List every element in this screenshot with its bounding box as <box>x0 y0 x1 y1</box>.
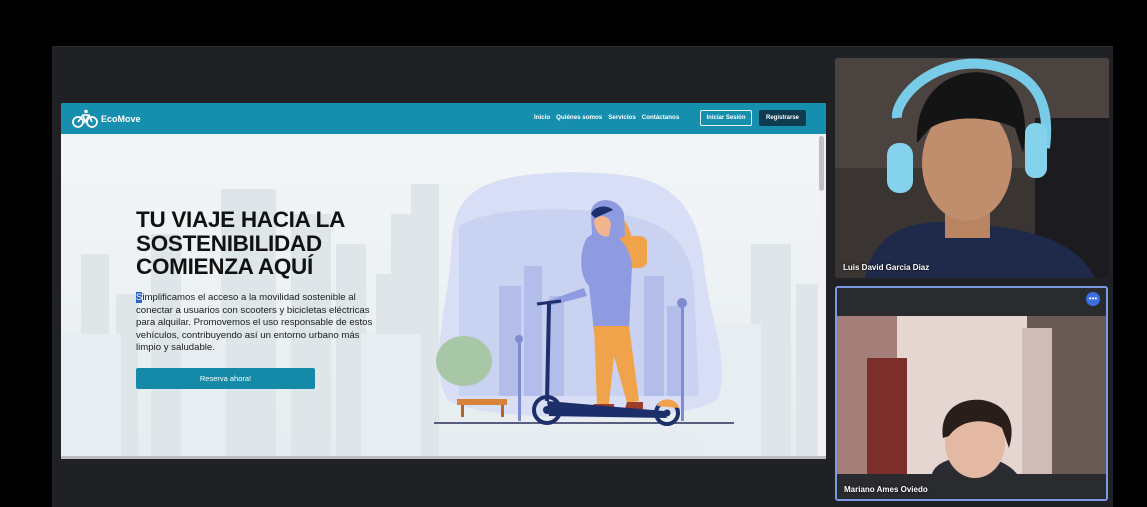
participant-video-frame <box>835 58 1109 278</box>
hero-title-line-3: COMIENZA AQUÍ <box>136 254 313 279</box>
nav-links: Inicio Quiénes somos Servicios Contáctan… <box>534 114 679 121</box>
bicycle-logo-icon <box>72 109 98 128</box>
brand-name: EcoMove <box>101 114 141 124</box>
participant-name-1: Luis David Garcia Diaz <box>843 263 930 272</box>
hero-title-line-2: SOSTENIBILIDAD <box>136 230 322 256</box>
participant-video-frame <box>837 288 1106 499</box>
scooter-rider-illustration <box>434 172 734 426</box>
register-button[interactable]: Registrarse <box>759 110 806 126</box>
shared-screen: EcoMove Inicio Quiénes somos Servicios C… <box>61 103 826 459</box>
page-scrollbar[interactable] <box>818 134 826 459</box>
hero-title: TU VIAJE HACIA LA SOSTENIBILIDAD COMIENZ… <box>136 208 396 279</box>
nav-link-contactanos[interactable]: Contáctanos <box>642 114 679 121</box>
participant-tile-2[interactable]: ••• Mariano Ames Oviedo <box>835 286 1108 501</box>
login-button[interactable]: Iniciar Sesión <box>700 110 752 126</box>
more-options-icon[interactable]: ••• <box>1086 292 1100 306</box>
brand-logo[interactable]: EcoMove <box>72 109 141 129</box>
site-navbar: EcoMove Inicio Quiénes somos Servicios C… <box>61 103 826 134</box>
hero-description-text: implificamos el acceso a la movilidad so… <box>136 292 373 354</box>
hero-title-line-1: TU VIAJE HACIA LA <box>136 207 346 232</box>
nav-link-quienes-somos[interactable]: Quiénes somos <box>556 114 602 121</box>
nav-link-inicio[interactable]: Inicio <box>534 114 550 121</box>
participant-tile-1[interactable]: Luis David Garcia Diaz <box>835 58 1109 278</box>
nav-link-servicios[interactable]: Servicios <box>608 114 636 121</box>
hero-description: Simplificamos el acceso a la movilidad s… <box>136 292 381 355</box>
reserve-now-button[interactable]: Reserva ahora! <box>136 368 315 389</box>
screen-bottom-edge <box>61 456 826 459</box>
participant-name-2: Mariano Ames Oviedo <box>844 485 928 494</box>
scrollbar-thumb[interactable] <box>819 136 824 191</box>
